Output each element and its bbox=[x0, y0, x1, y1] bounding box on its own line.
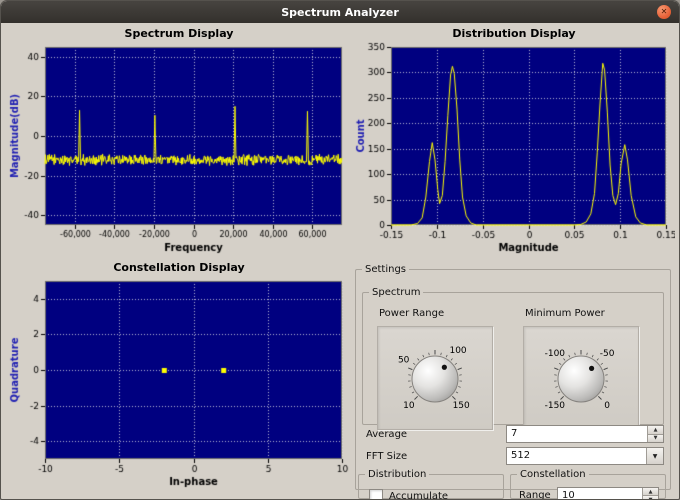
svg-text:-50: -50 bbox=[600, 349, 615, 359]
range-label: Range bbox=[519, 490, 551, 500]
window-title: Spectrum Analyzer bbox=[281, 5, 399, 19]
fft-size-value[interactable]: 512 bbox=[507, 448, 646, 464]
average-spin-buttons: ▲ ▼ bbox=[647, 426, 663, 442]
close-button[interactable]: ✕ bbox=[657, 5, 671, 19]
constellation-display-title: Constellation Display bbox=[113, 261, 245, 274]
svg-text:10: 10 bbox=[403, 401, 415, 411]
fft-size-label: FFT Size bbox=[366, 451, 408, 462]
fft-size-dropdown-button[interactable]: ▼ bbox=[646, 448, 663, 464]
fft-size-combobox[interactable]: 512 ▼ bbox=[506, 447, 664, 465]
accumulate-row[interactable]: Accumulate bbox=[369, 489, 449, 500]
constellation-plot[interactable] bbox=[7, 275, 351, 489]
distribution-display-title: Distribution Display bbox=[452, 27, 576, 40]
spin-up-icon: ▲ bbox=[648, 488, 653, 495]
distribution-display-panel: Distribution Display bbox=[353, 26, 675, 255]
svg-text:0: 0 bbox=[604, 401, 610, 411]
spin-up-icon: ▲ bbox=[653, 426, 658, 433]
range-spin-buttons: ▲ ▼ bbox=[642, 488, 658, 500]
average-spin-up-button[interactable]: ▲ bbox=[648, 426, 663, 434]
svg-text:100: 100 bbox=[449, 346, 466, 356]
accumulate-checkbox[interactable] bbox=[369, 489, 383, 499]
minimum-power-label: Minimum Power bbox=[525, 308, 605, 319]
spectrum-plot[interactable] bbox=[7, 41, 351, 255]
accumulate-label: Accumulate bbox=[389, 490, 449, 500]
range-spin-up-button[interactable]: ▲ bbox=[643, 488, 658, 495]
spin-down-icon: ▼ bbox=[653, 435, 658, 442]
settings-legend: Settings bbox=[365, 264, 407, 275]
titlebar[interactable]: Spectrum Analyzer ✕ bbox=[1, 1, 679, 23]
range-value[interactable]: 10 bbox=[558, 488, 642, 499]
dropdown-arrow-icon: ▼ bbox=[652, 452, 658, 460]
spectrum-settings-legend: Spectrum bbox=[372, 287, 421, 298]
svg-text:50: 50 bbox=[398, 355, 410, 365]
distribution-settings-legend: Distribution bbox=[368, 469, 427, 480]
constellation-display-panel: Constellation Display bbox=[7, 260, 351, 489]
spectrum-display-panel: Spectrum Display bbox=[7, 26, 351, 255]
minimum-power-knob-frame: -150 -100 -50 0 bbox=[523, 326, 639, 430]
average-spinbox[interactable]: 7 ▲ ▼ bbox=[506, 425, 664, 443]
spectrum-settings-group: Spectrum Power Range Minimum Power 10 50 1… bbox=[362, 287, 664, 430]
power-range-knob[interactable]: 10 50 100 150 bbox=[378, 327, 492, 429]
distribution-settings-group: Distribution Accumulate bbox=[358, 469, 504, 499]
average-label: Average bbox=[366, 429, 408, 440]
distribution-plot[interactable] bbox=[353, 41, 675, 255]
range-spinbox[interactable]: 10 ▲ ▼ bbox=[557, 487, 659, 500]
settings-group: Settings Spectrum Power Range Minimum Po… bbox=[355, 264, 671, 499]
constellation-settings-legend: Constellation bbox=[520, 469, 586, 480]
close-icon: ✕ bbox=[660, 7, 668, 16]
average-spin-down-button[interactable]: ▼ bbox=[648, 433, 663, 442]
average-value[interactable]: 7 bbox=[507, 426, 647, 442]
svg-text:-100: -100 bbox=[545, 349, 566, 359]
svg-text:-150: -150 bbox=[545, 401, 566, 411]
svg-text:150: 150 bbox=[453, 401, 470, 411]
spectrum-display-title: Spectrum Display bbox=[124, 27, 234, 40]
spectrum-analyzer-window: Spectrum Analyzer ✕ Spectrum Display Dis… bbox=[0, 0, 680, 500]
spin-down-icon: ▼ bbox=[648, 496, 653, 500]
power-range-label: Power Range bbox=[379, 308, 445, 319]
constellation-settings-group: Constellation Range 10 ▲ ▼ bbox=[510, 469, 666, 499]
minimum-power-knob[interactable]: -150 -100 -50 0 bbox=[524, 327, 638, 429]
power-range-knob-frame: 10 50 100 150 bbox=[377, 326, 493, 430]
range-spin-down-button[interactable]: ▼ bbox=[643, 495, 658, 500]
